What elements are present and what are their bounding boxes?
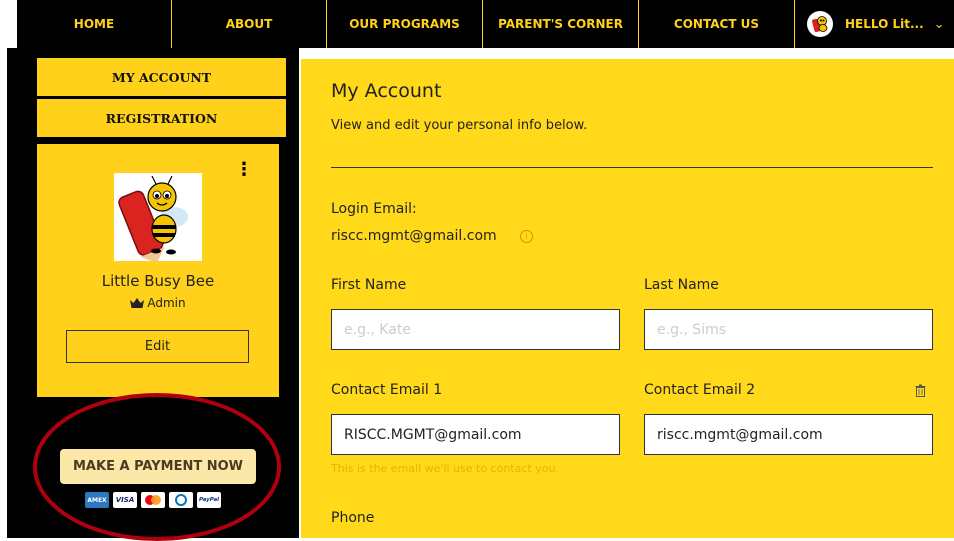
nav-our-programs[interactable]: OUR PROGRAMS xyxy=(327,0,483,48)
nav-parents-corner[interactable]: PARENT'S CORNER xyxy=(483,0,639,48)
user-avatar xyxy=(807,11,833,37)
crown-icon xyxy=(130,298,145,308)
page-subtitle: View and edit your personal info below. xyxy=(331,118,588,133)
first-name-input[interactable] xyxy=(331,309,620,350)
sidebar-item-registration[interactable]: REGISTRATION xyxy=(37,99,286,137)
last-name-input[interactable] xyxy=(644,309,933,350)
top-nav: HOME ABOUT OUR PROGRAMS PARENT'S CORNER … xyxy=(17,0,954,48)
contact-email-1-input[interactable] xyxy=(331,414,620,455)
sidebar-item-my-account[interactable]: MY ACCOUNT xyxy=(37,58,286,96)
mastercard-circles-icon xyxy=(145,495,161,505)
trash-icon[interactable] xyxy=(915,384,926,397)
last-name-label: Last Name xyxy=(644,277,719,293)
profile-image xyxy=(114,173,202,264)
user-greeting[interactable]: HELLO Lit... xyxy=(845,17,924,31)
nav-about[interactable]: ABOUT xyxy=(172,0,327,48)
mastercard-icon xyxy=(141,492,165,508)
paypal-card-label: PayPal xyxy=(198,497,220,503)
info-icon[interactable]: i xyxy=(520,230,533,243)
amex-card-icon: AMEX xyxy=(85,492,109,508)
account-panel: My Account View and edit your personal i… xyxy=(301,59,954,538)
make-payment-button[interactable]: MAKE A PAYMENT NOW xyxy=(60,449,256,484)
profile-name: Little Busy Bee xyxy=(101,272,215,290)
payment-cards: AMEX VISA PayPal xyxy=(85,492,221,508)
visa-card-label: VISA xyxy=(115,496,135,504)
login-email-label: Login Email: xyxy=(331,201,417,217)
chevron-down-icon[interactable]: ⌄ xyxy=(934,17,945,32)
profile-role: Admin xyxy=(37,296,279,310)
contact-email-1-label: Contact Email 1 xyxy=(331,382,443,398)
visa-card-icon: VISA xyxy=(113,492,137,508)
more-options-icon[interactable]: ⋮ xyxy=(235,161,253,179)
user-menu[interactable]: HELLO Lit... ⌄ xyxy=(795,0,945,48)
amex-card-label: AMEX xyxy=(87,496,107,504)
first-name-label: First Name xyxy=(331,277,407,293)
bee-mascot-icon xyxy=(114,173,202,264)
contact-email-hint: This is the email we'll use to contact y… xyxy=(331,462,559,475)
nav-contact-us[interactable]: CONTACT US xyxy=(639,0,795,48)
diners-circle-icon xyxy=(175,494,187,506)
phone-label: Phone xyxy=(331,510,375,526)
contact-email-2-input[interactable] xyxy=(644,414,933,455)
profile-role-label: Admin xyxy=(147,296,186,310)
edit-profile-button[interactable]: Edit xyxy=(66,330,249,363)
nav-home[interactable]: HOME xyxy=(17,0,172,48)
login-email-value: riscc.mgmt@gmail.com xyxy=(331,228,497,244)
bee-icon xyxy=(810,14,830,34)
divider xyxy=(331,167,933,168)
diners-card-icon xyxy=(169,492,193,508)
contact-email-2-label: Contact Email 2 xyxy=(644,382,756,398)
profile-card: ⋮ Little Busy Bee Admin Edit xyxy=(37,144,279,397)
page-title: My Account xyxy=(331,80,442,102)
paypal-card-icon: PayPal xyxy=(197,492,221,508)
